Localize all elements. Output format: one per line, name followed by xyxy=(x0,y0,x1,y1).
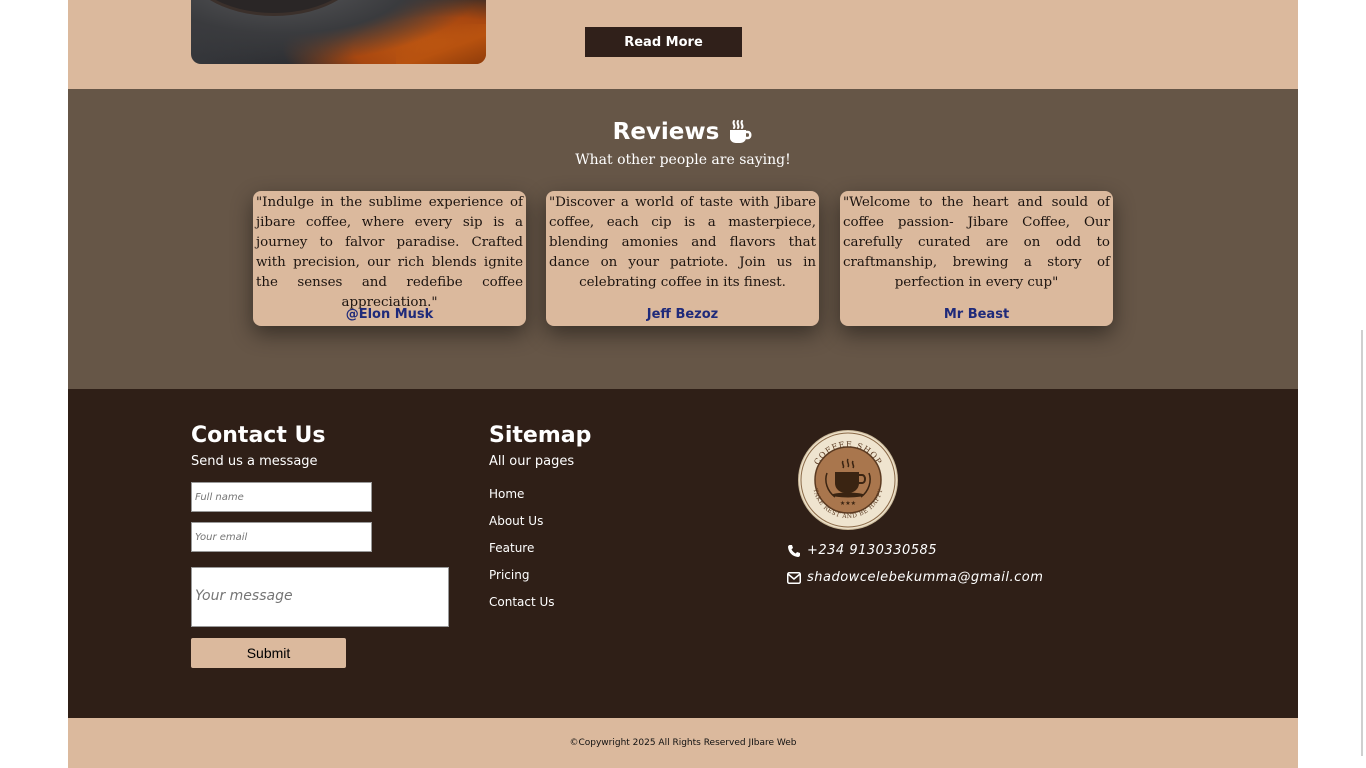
reviews-heading: Reviews xyxy=(68,119,1298,145)
contact-title: Contact Us xyxy=(191,423,326,448)
review-card: "Discover a world of taste with Jibare c… xyxy=(546,191,819,326)
reviews-section: Reviews What other people are saying! "I… xyxy=(68,89,1298,389)
phone-line: +234 9130330585 xyxy=(787,543,937,558)
sitemap-link-contact-us[interactable]: Contact Us xyxy=(489,595,555,609)
review-author: Jeff Bezoz xyxy=(646,307,719,322)
footer: Contact Us Send us a message Submit Site… xyxy=(68,389,1298,718)
coffee-image xyxy=(191,0,486,64)
about-section: Read More xyxy=(68,0,1298,89)
svg-text:★★★: ★★★ xyxy=(840,500,856,507)
logo-emblem: COFFEE SHOP TAKE REST AND BE HAPPY ★★★ xyxy=(800,432,896,528)
copyright-bar: ©Copywright 2025 All Rights Reserved JIb… xyxy=(68,718,1298,768)
copyright-text: ©Copywright 2025 All Rights Reserved JIb… xyxy=(569,738,797,748)
sitemap-link-home[interactable]: Home xyxy=(489,487,524,501)
read-more-button[interactable]: Read More xyxy=(585,27,742,57)
review-author: @Elon Musk xyxy=(345,307,434,322)
phone-number: +234 9130330585 xyxy=(807,543,938,558)
email-line: shadowcelebekumma@gmail.com xyxy=(787,570,1043,585)
message-textarea[interactable] xyxy=(191,567,449,627)
reviews-title: Reviews xyxy=(612,119,720,145)
sitemap-title: Sitemap xyxy=(489,423,592,448)
email-input[interactable] xyxy=(191,522,372,552)
email-address: shadowcelebekumma@gmail.com xyxy=(807,570,1044,585)
sitemap-subtitle: All our pages xyxy=(489,454,575,469)
submit-button[interactable]: Submit xyxy=(191,638,346,668)
coffee-cup-icon xyxy=(730,120,752,143)
page: Read More Reviews What other people are … xyxy=(68,0,1298,768)
contact-subtitle: Send us a message xyxy=(191,454,318,469)
review-text: "Discover a world of taste with Jibare c… xyxy=(549,195,816,290)
review-card: "Indulge in the sublime experience of ji… xyxy=(253,191,526,326)
review-author: Mr Beast xyxy=(943,307,1010,322)
sitemap-link-about-us[interactable]: About Us xyxy=(489,514,543,528)
sitemap-link-feature[interactable]: Feature xyxy=(489,541,534,555)
scrollbar[interactable] xyxy=(1361,330,1363,756)
reviews-subtitle: What other people are saying! xyxy=(575,152,791,168)
coffee-shop-logo: COFFEE SHOP TAKE REST AND BE HAPPY ★★★ xyxy=(799,431,897,529)
envelope-icon xyxy=(787,571,801,584)
sitemap-link-pricing[interactable]: Pricing xyxy=(489,568,529,582)
review-text: "Welcome to the heart and sould of coffe… xyxy=(843,195,1110,290)
full-name-input[interactable] xyxy=(191,482,372,512)
phone-icon xyxy=(788,544,800,557)
review-card: "Welcome to the heart and sould of coffe… xyxy=(840,191,1113,326)
review-text: "Indulge in the sublime experience of ji… xyxy=(256,195,523,310)
